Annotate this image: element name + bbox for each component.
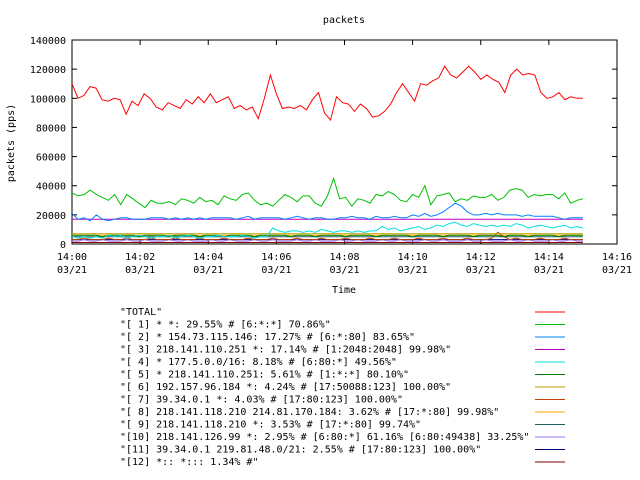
legend-label: "[ 8] 218.141.118.210 214.81.170.184: 3.… <box>120 407 499 418</box>
y-tick-label: 120000 <box>30 65 66 76</box>
y-tick-label: 40000 <box>36 182 66 193</box>
x-tick-time: 14:00 <box>57 252 87 263</box>
series-line-1 <box>71 176 584 209</box>
legend-label: "[12] *:: *::: 1.34% #" <box>120 457 258 468</box>
x-tick-time: 14:16 <box>602 252 632 263</box>
x-tick-date: 03/21 <box>329 265 359 276</box>
legend-label: "[ 6] 192.157.96.184 *: 4.24% # [17:5008… <box>120 382 451 393</box>
legend-label: "[10] 218.141.126.99 *: 2.95% # [6:80:*]… <box>120 432 529 443</box>
legend-label: "[ 4] * 177.5.0.0/16: 8.18% # [6:80:*] 4… <box>120 357 397 368</box>
x-tick-date: 03/21 <box>466 265 496 276</box>
x-tick-date: 03/21 <box>261 265 291 276</box>
legend-label: "[ 5] * 218.141.110.251: 5.61% # [1:*:*]… <box>120 370 409 381</box>
x-tick-time: 14:06 <box>261 252 291 263</box>
x-axis-label: Time <box>332 285 356 296</box>
x-tick-time: 14:12 <box>466 252 496 263</box>
y-tick-label: 20000 <box>36 211 66 222</box>
x-tick-date: 03/21 <box>193 265 223 276</box>
packets-chart: packets packets (pps) Time 0 20000 40000 60… <box>6 15 632 468</box>
y-tick-label: 80000 <box>36 123 66 134</box>
legend-label: "TOTAL" <box>120 307 162 318</box>
legend-label: "[ 9] 218.141.118.210 *: 3.53% # [17:*:8… <box>120 420 421 431</box>
series-line-0 <box>71 65 583 122</box>
x-tick-time: 14:14 <box>534 252 564 263</box>
y-axis-label: packets (pps) <box>6 104 17 182</box>
legend-label: "[ 3] 218.141.110.251 *: 17.14% # [1:204… <box>120 345 451 356</box>
x-tick-date: 03/21 <box>57 265 87 276</box>
x-tick-date: 03/21 <box>534 265 564 276</box>
legend-label: "[ 7] 39.34.0.1 *: 4.03% # [17:80:123] 1… <box>120 395 403 406</box>
x-tick-time: 14:04 <box>193 252 223 263</box>
y-tick-label: 0 <box>60 240 66 251</box>
y-tick-label: 140000 <box>30 36 66 47</box>
x-tick-time: 14:10 <box>398 252 428 263</box>
legend-label: "[ 2] * 154.73.115.146: 17.27% # [6:*:80… <box>120 332 415 343</box>
legend: "TOTAL" "[ 1] * *: 29.55% # [6:*:*] 70.86… <box>120 307 565 468</box>
x-tick-date: 03/21 <box>125 265 155 276</box>
series-lines <box>71 65 584 243</box>
series-line-2 <box>71 202 583 222</box>
x-tick-date: 03/21 <box>602 265 632 276</box>
y-tick-label: 60000 <box>36 153 66 164</box>
x-tick-date: 03/21 <box>398 265 428 276</box>
plot-area-frame <box>71 39 618 245</box>
chart-title: packets <box>323 15 365 26</box>
x-tick-time: 14:08 <box>329 252 359 263</box>
legend-label: "[11] 39.34.0.1 219.81.48.0/21: 2.55% # … <box>120 445 481 456</box>
y-tick-label: 100000 <box>30 94 66 105</box>
x-tick-time: 14:02 <box>125 252 155 263</box>
legend-label: "[ 1] * *: 29.55% # [6:*:*] 70.86%" <box>120 320 331 331</box>
